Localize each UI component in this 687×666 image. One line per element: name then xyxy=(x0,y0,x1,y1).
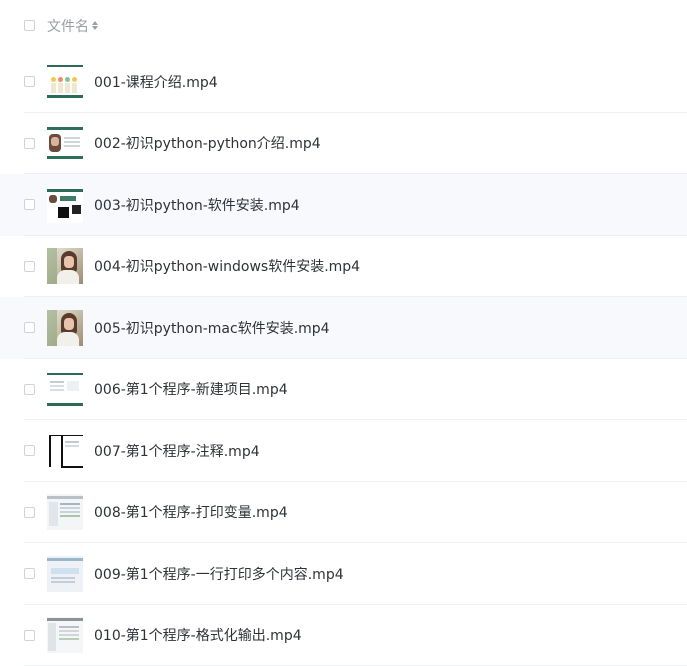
file-row[interactable]: 003-初识python-软件安装.mp4 xyxy=(0,174,687,236)
file-name[interactable]: 008-第1个程序-打印变量.mp4 xyxy=(94,502,288,522)
file-row[interactable]: 004-初识python-windows软件安装.mp4 xyxy=(0,236,687,298)
file-row[interactable]: 008-第1个程序-打印变量.mp4 xyxy=(0,482,687,544)
file-name[interactable]: 010-第1个程序-格式化输出.mp4 xyxy=(94,625,302,645)
video-thumbnail xyxy=(47,433,83,469)
video-thumbnail xyxy=(47,125,83,161)
file-name[interactable]: 006-第1个程序-新建项目.mp4 xyxy=(94,379,288,399)
file-row[interactable]: 010-第1个程序-格式化输出.mp4 xyxy=(0,605,687,666)
file-checkbox[interactable] xyxy=(24,199,35,210)
file-checkbox[interactable] xyxy=(24,138,35,149)
file-name[interactable]: 005-初识python-mac软件安装.mp4 xyxy=(94,318,330,338)
file-checkbox[interactable] xyxy=(24,76,35,87)
sort-icon[interactable] xyxy=(92,21,98,30)
file-name[interactable]: 004-初识python-windows软件安装.mp4 xyxy=(94,256,360,276)
video-thumbnail xyxy=(47,556,83,592)
video-thumbnail xyxy=(47,617,83,653)
video-thumbnail xyxy=(47,310,83,346)
file-row[interactable]: 006-第1个程序-新建项目.mp4 xyxy=(0,359,687,421)
file-name[interactable]: 007-第1个程序-注释.mp4 xyxy=(94,441,260,461)
file-name[interactable]: 003-初识python-软件安装.mp4 xyxy=(94,195,300,215)
file-checkbox[interactable] xyxy=(24,507,35,518)
file-row[interactable]: 007-第1个程序-注释.mp4 xyxy=(0,420,687,482)
file-checkbox[interactable] xyxy=(24,261,35,272)
video-thumbnail xyxy=(47,248,83,284)
filename-column-label: 文件名 xyxy=(47,16,89,36)
file-list: 文件名 001-课程介绍.mp4 xyxy=(0,0,687,666)
video-thumbnail xyxy=(47,371,83,407)
file-name[interactable]: 001-课程介绍.mp4 xyxy=(94,72,218,92)
file-checkbox[interactable] xyxy=(24,445,35,456)
file-row[interactable]: 002-初识python-python介绍.mp4 xyxy=(0,113,687,175)
file-name[interactable]: 009-第1个程序-一行打印多个内容.mp4 xyxy=(94,564,344,584)
file-row[interactable]: 001-课程介绍.mp4 xyxy=(0,51,687,113)
file-row[interactable]: 005-初识python-mac软件安装.mp4 xyxy=(0,297,687,359)
file-list-header: 文件名 xyxy=(0,0,687,51)
filename-column-header[interactable]: 文件名 xyxy=(47,16,98,36)
video-thumbnail xyxy=(47,494,83,530)
file-checkbox[interactable] xyxy=(24,322,35,333)
video-thumbnail xyxy=(47,64,83,100)
video-thumbnail xyxy=(47,187,83,223)
file-checkbox[interactable] xyxy=(24,384,35,395)
file-checkbox[interactable] xyxy=(24,568,35,579)
select-all-checkbox[interactable] xyxy=(24,20,35,31)
file-name[interactable]: 002-初识python-python介绍.mp4 xyxy=(94,133,321,153)
file-row[interactable]: 009-第1个程序-一行打印多个内容.mp4 xyxy=(0,543,687,605)
file-checkbox[interactable] xyxy=(24,630,35,641)
